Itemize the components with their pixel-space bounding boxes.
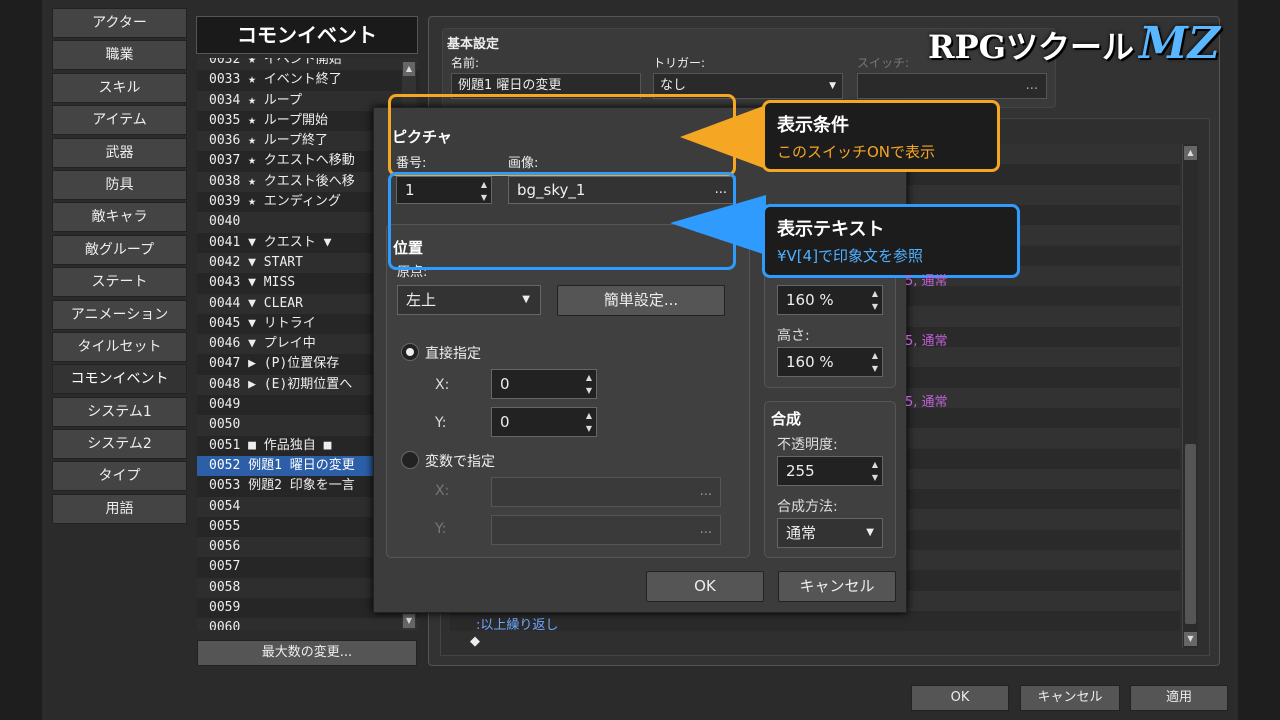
var-x-field[interactable]: ...	[491, 477, 721, 507]
dialog-ok-button[interactable]: OK	[646, 571, 764, 602]
height-label: 高さ:	[777, 328, 810, 344]
category-sidebar: アクター 職業 スキル アイテム 武器 防具 敵キャラ 敵グループ ステート アニメーション タイル…	[52, 8, 187, 526]
blend-title: 合成	[771, 410, 802, 428]
direct-radio[interactable]	[401, 343, 419, 361]
scroll-down-icon[interactable]: ▼	[403, 614, 415, 628]
category-item[interactable]: コモンイベント	[52, 364, 187, 395]
origin-select[interactable]: 左上 ▼	[397, 285, 541, 315]
height-value: 160 %	[786, 353, 834, 371]
category-item[interactable]: タイルセット	[52, 331, 187, 362]
y-value: 0	[500, 413, 510, 431]
blend-mode-label: 合成方法:	[777, 499, 838, 515]
event-list-item[interactable]: 0032 ★ イベント開始	[197, 58, 419, 70]
direct-label: 直接指定	[425, 346, 481, 362]
orange-arrow-icon	[680, 105, 766, 169]
footer-apply-button[interactable]: 適用	[1130, 685, 1228, 711]
blend-group: 合成 不透明度: 255 ▲ ▼ 合成方法: 通常 ▼	[764, 401, 896, 558]
condition-callout: 表示条件 このスイッチONで表示	[762, 100, 1000, 172]
condition-callout-sub: このスイッチONで表示	[777, 143, 936, 161]
spinner-arrows-icon[interactable]: ▲ ▼	[586, 409, 592, 435]
trigger-label: トリガー:	[653, 56, 706, 70]
category-item[interactable]: アニメーション	[52, 299, 187, 330]
scroll-up-icon[interactable]: ▲	[403, 62, 415, 76]
category-item[interactable]: システム2	[52, 429, 187, 460]
condition-callout-title: 表示条件	[777, 115, 849, 136]
width-value: 160 %	[786, 291, 834, 309]
y-spinner[interactable]: 0 ▲ ▼	[491, 407, 597, 437]
logo-text: RPGツクール	[928, 28, 1134, 66]
blend-mode-value: 通常	[786, 524, 817, 542]
category-item[interactable]: 敵キャラ	[52, 202, 187, 233]
text-callout-sub: ¥V[4]で印象文を参照	[777, 247, 924, 265]
callout-arrows	[670, 105, 766, 255]
logo-mz: MZ	[1139, 18, 1220, 69]
spinner-arrows-icon[interactable]: ▲ ▼	[872, 349, 878, 375]
height-spinner[interactable]: 160 % ▲ ▼	[777, 347, 883, 377]
footer-cancel-button[interactable]: キャンセル	[1020, 685, 1120, 711]
content-line: 5, 通常	[905, 274, 948, 289]
category-item[interactable]: システム1	[52, 396, 187, 427]
text-callout-title: 表示テキスト	[777, 219, 885, 240]
opacity-label: 不透明度:	[777, 437, 838, 453]
event-list-item[interactable]: 0060	[197, 618, 419, 630]
spinner-arrows-icon[interactable]: ▲ ▼	[586, 371, 592, 397]
variable-label: 変数で指定	[425, 454, 495, 470]
category-item[interactable]: 防具	[52, 169, 187, 200]
basic-settings-title: 基本設定	[447, 37, 500, 52]
variable-radio[interactable]	[401, 451, 419, 469]
trigger-value: なし	[660, 78, 687, 93]
footer-ok-button[interactable]: OK	[911, 685, 1009, 711]
category-item[interactable]: アイテム	[52, 105, 187, 136]
category-item[interactable]: アクター	[52, 8, 187, 38]
switch-label: スイッチ:	[857, 56, 910, 70]
category-item[interactable]: タイプ	[52, 461, 187, 492]
contents-scrollbar[interactable]: ▲ ▼	[1182, 144, 1198, 648]
x-label: X:	[435, 377, 450, 393]
width-spinner[interactable]: 160 % ▲ ▼	[777, 285, 883, 315]
category-item[interactable]: スキル	[52, 72, 187, 103]
opacity-value: 255	[786, 462, 815, 480]
var-y-field[interactable]: ...	[491, 515, 721, 545]
blend-mode-select[interactable]: 通常 ▼	[777, 518, 883, 548]
easy-settings-button[interactable]: 簡単設定...	[557, 285, 725, 316]
max-change-button[interactable]: 最大数の変更...	[197, 640, 417, 666]
position-group: 位置 原点: 左上 ▼ 簡単設定... 直接指定 X: 0 ▲ ▼ Y: 0 ▲ ▼ 変数…	[386, 224, 750, 558]
var-x-label: X:	[435, 483, 450, 499]
content-row[interactable]	[450, 610, 1180, 632]
spinner-arrows-icon[interactable]: ▲ ▼	[872, 458, 878, 484]
content-line: 5, 通常	[905, 395, 948, 410]
var-y-label: Y:	[435, 521, 447, 537]
event-list-item[interactable]: 0033 ★ イベント終了	[197, 70, 419, 91]
content-line: 5, 通常	[905, 334, 948, 349]
scale-group: 160 % ▲ ▼ 高さ: 160 % ▲ ▼	[764, 268, 896, 388]
switch-field[interactable]: ...	[857, 73, 1047, 99]
scroll-thumb[interactable]	[1185, 444, 1196, 624]
category-item[interactable]: 武器	[52, 137, 187, 168]
rpgmaker-logo: RPGツクール MZ	[928, 18, 1220, 70]
x-value: 0	[500, 375, 510, 393]
origin-value: 左上	[406, 291, 437, 309]
category-item[interactable]: 職業	[52, 40, 187, 71]
scroll-up-icon[interactable]: ▲	[1184, 146, 1197, 160]
dropdown-arrow-icon: ▼	[829, 81, 836, 91]
content-line: ◆	[470, 634, 480, 649]
scroll-down-icon[interactable]: ▼	[1184, 632, 1197, 646]
spinner-arrows-icon[interactable]: ▲ ▼	[872, 287, 878, 313]
content-line: :以上繰り返し	[476, 618, 559, 633]
opacity-spinner[interactable]: 255 ▲ ▼	[777, 456, 883, 486]
name-label: 名前:	[451, 56, 480, 70]
category-item[interactable]: 用語	[52, 493, 187, 524]
category-item[interactable]: ステート	[52, 267, 187, 298]
blue-arrow-icon	[670, 195, 766, 255]
dialog-cancel-button[interactable]: キャンセル	[778, 571, 896, 602]
list-title: コモンイベント	[196, 16, 418, 54]
dropdown-arrow-icon: ▼	[866, 527, 874, 538]
text-callout: 表示テキスト ¥V[4]で印象文を参照	[762, 204, 1020, 278]
dropdown-arrow-icon: ▼	[522, 294, 530, 305]
y-label: Y:	[435, 415, 447, 431]
x-spinner[interactable]: 0 ▲ ▼	[491, 369, 597, 399]
category-item[interactable]: 敵グループ	[52, 234, 187, 265]
